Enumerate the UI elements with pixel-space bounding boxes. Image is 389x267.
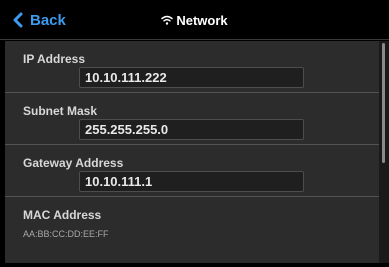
- ip-address-label: IP Address: [23, 52, 86, 66]
- gateway-address-field[interactable]: 10.10.111.1: [79, 171, 304, 192]
- page-title-text: Network: [176, 12, 228, 28]
- mac-address-label: MAC Address: [23, 208, 102, 222]
- gateway-address-label: Gateway Address: [23, 156, 124, 170]
- top-bar: Back Network: [0, 0, 389, 40]
- mac-address-row: MAC Address AA:BB:CC:DD:EE:FF: [5, 197, 379, 249]
- subnet-mask-field[interactable]: 255.255.255.0: [79, 119, 304, 140]
- ip-address-field[interactable]: 10.10.111.222: [79, 67, 304, 88]
- scrollbar[interactable]: [379, 41, 389, 263]
- gateway-address-row: Gateway Address 10.10.111.1: [5, 145, 379, 197]
- mac-address-value: AA:BB:CC:DD:EE:FF: [23, 229, 109, 239]
- bottom-edge: [0, 263, 389, 267]
- subnet-mask-row: Subnet Mask 255.255.255.0: [5, 93, 379, 145]
- network-screen: Back Network IP Address 10.10.111.222 Su…: [0, 0, 389, 267]
- ip-address-row: IP Address 10.10.111.222: [5, 41, 379, 93]
- page-title: Network: [0, 10, 389, 30]
- scrollbar-thumb[interactable]: [382, 43, 385, 163]
- network-settings-list: IP Address 10.10.111.222 Subnet Mask 255…: [5, 41, 379, 263]
- wifi-icon: [161, 15, 174, 25]
- subnet-mask-label: Subnet Mask: [23, 104, 98, 118]
